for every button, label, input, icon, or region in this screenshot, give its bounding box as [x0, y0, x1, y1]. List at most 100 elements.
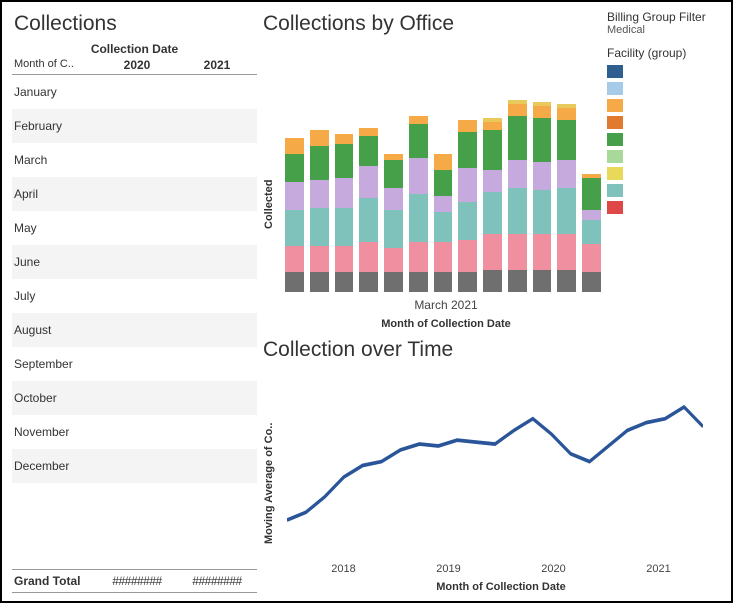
collections-by-office-xtick: March 2021: [281, 298, 721, 312]
legend-item[interactable]: [607, 182, 725, 199]
legend-swatch: [607, 167, 623, 180]
bar-segment: [483, 270, 502, 292]
bar-segment: [310, 246, 329, 272]
collection-over-time-xlabel: Month of Collection Date: [281, 581, 721, 593]
bar-segment: [533, 162, 552, 190]
bar[interactable]: [557, 104, 576, 292]
month-label: April: [12, 187, 97, 201]
bar-segment: [557, 120, 576, 160]
billing-group-filter-value[interactable]: Medical: [607, 24, 725, 36]
legend-item[interactable]: [607, 114, 725, 131]
bar-segment: [335, 178, 354, 208]
collections-by-office-ylabel: Collected: [263, 78, 275, 330]
month-col-header: Month of C..: [12, 58, 97, 72]
bar-segment: [285, 138, 304, 154]
bar-segment: [310, 180, 329, 208]
bar-segment: [384, 272, 403, 292]
bar[interactable]: [582, 174, 601, 292]
legend-item[interactable]: [607, 63, 725, 80]
bar[interactable]: [483, 118, 502, 292]
legend-item[interactable]: [607, 148, 725, 165]
table-row[interactable]: September: [12, 347, 257, 381]
bar-segment: [285, 182, 304, 210]
bar[interactable]: [434, 154, 453, 292]
bar-segment: [458, 240, 477, 272]
table-row[interactable]: August: [12, 313, 257, 347]
month-label: August: [12, 323, 97, 337]
bar-segment: [409, 124, 428, 158]
collection-over-time-ylabel: Moving Average of Co..: [263, 374, 275, 593]
table-row[interactable]: November: [12, 415, 257, 449]
filter-legend-box: Billing Group Filter Medical Facility (g…: [607, 10, 725, 216]
bar-segment: [335, 208, 354, 246]
table-row[interactable]: May: [12, 211, 257, 245]
bar-segment: [508, 160, 527, 188]
legend-swatch: [607, 65, 623, 78]
bar-segment: [533, 270, 552, 292]
table-row[interactable]: April: [12, 177, 257, 211]
table-row[interactable]: October: [12, 381, 257, 415]
bar-segment: [582, 244, 601, 272]
month-label: October: [12, 391, 97, 405]
bar-segment: [335, 144, 354, 178]
bar-segment: [557, 270, 576, 292]
table-row[interactable]: January: [12, 75, 257, 109]
bar-segment: [483, 234, 502, 270]
line-xtick: 2020: [541, 563, 565, 575]
bar-segment: [508, 116, 527, 160]
bar-segment: [508, 188, 527, 234]
month-label: March: [12, 153, 97, 167]
bar-segment: [359, 166, 378, 198]
bar-segment: [409, 272, 428, 292]
bar-segment: [409, 194, 428, 242]
bar-segment: [557, 160, 576, 188]
bar-segment: [359, 272, 378, 292]
bar[interactable]: [508, 100, 527, 292]
bar-segment: [285, 210, 304, 246]
grand-total-val-1: ########: [177, 574, 257, 588]
bar-segment: [533, 118, 552, 162]
month-label: July: [12, 289, 97, 303]
bar-segment: [384, 210, 403, 248]
legend-swatch: [607, 150, 623, 163]
table-row[interactable]: March: [12, 143, 257, 177]
table-row[interactable]: June: [12, 245, 257, 279]
bar-segment: [508, 234, 527, 270]
bar-segment: [434, 212, 453, 242]
billing-group-filter-header: Billing Group Filter: [607, 10, 725, 24]
collections-table-header: Collection Date Month of C.. 2020 2021: [12, 42, 257, 75]
table-row[interactable]: February: [12, 109, 257, 143]
bar[interactable]: [359, 128, 378, 292]
bar-segment: [483, 122, 502, 130]
legend-swatch: [607, 116, 623, 129]
bar-segment: [409, 116, 428, 124]
bar[interactable]: [335, 134, 354, 292]
dashboard-frame: Collections Collection Date Month of C..…: [0, 0, 733, 603]
bar[interactable]: [285, 138, 304, 292]
bar-segment: [533, 190, 552, 234]
bar-segment: [557, 108, 576, 120]
bar[interactable]: [409, 116, 428, 292]
table-row[interactable]: July: [12, 279, 257, 313]
bar-segment: [582, 178, 601, 210]
bar-segment: [409, 158, 428, 194]
bar[interactable]: [384, 154, 403, 292]
bar[interactable]: [458, 120, 477, 292]
collection-over-time-chart[interactable]: [287, 368, 703, 563]
legend-item[interactable]: [607, 165, 725, 182]
bar[interactable]: [310, 130, 329, 292]
bar-segment: [335, 134, 354, 144]
month-label: February: [12, 119, 97, 133]
bar[interactable]: [533, 102, 552, 292]
line-xtick: 2018: [331, 563, 355, 575]
legend-item[interactable]: [607, 97, 725, 114]
table-row[interactable]: December: [12, 449, 257, 483]
bar-segment: [335, 246, 354, 272]
legend-item[interactable]: [607, 199, 725, 216]
bar-segment: [359, 136, 378, 166]
month-label: January: [12, 85, 97, 99]
bar-segment: [434, 242, 453, 272]
bar-segment: [458, 132, 477, 168]
legend-item[interactable]: [607, 80, 725, 97]
legend-item[interactable]: [607, 131, 725, 148]
